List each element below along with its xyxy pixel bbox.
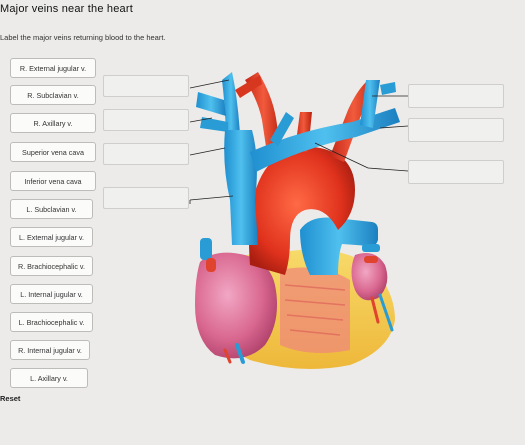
reset-button[interactable]: Reset (0, 394, 20, 403)
heart-diagram (189, 72, 409, 369)
drop-target-3[interactable] (103, 143, 189, 165)
drop-target-2[interactable] (103, 109, 189, 131)
drop-target-1[interactable] (103, 75, 189, 97)
drop-target-6[interactable] (408, 118, 504, 142)
drop-target-5[interactable] (408, 84, 504, 108)
drop-target-7[interactable] (408, 160, 504, 184)
drop-target-4[interactable] (103, 187, 189, 209)
